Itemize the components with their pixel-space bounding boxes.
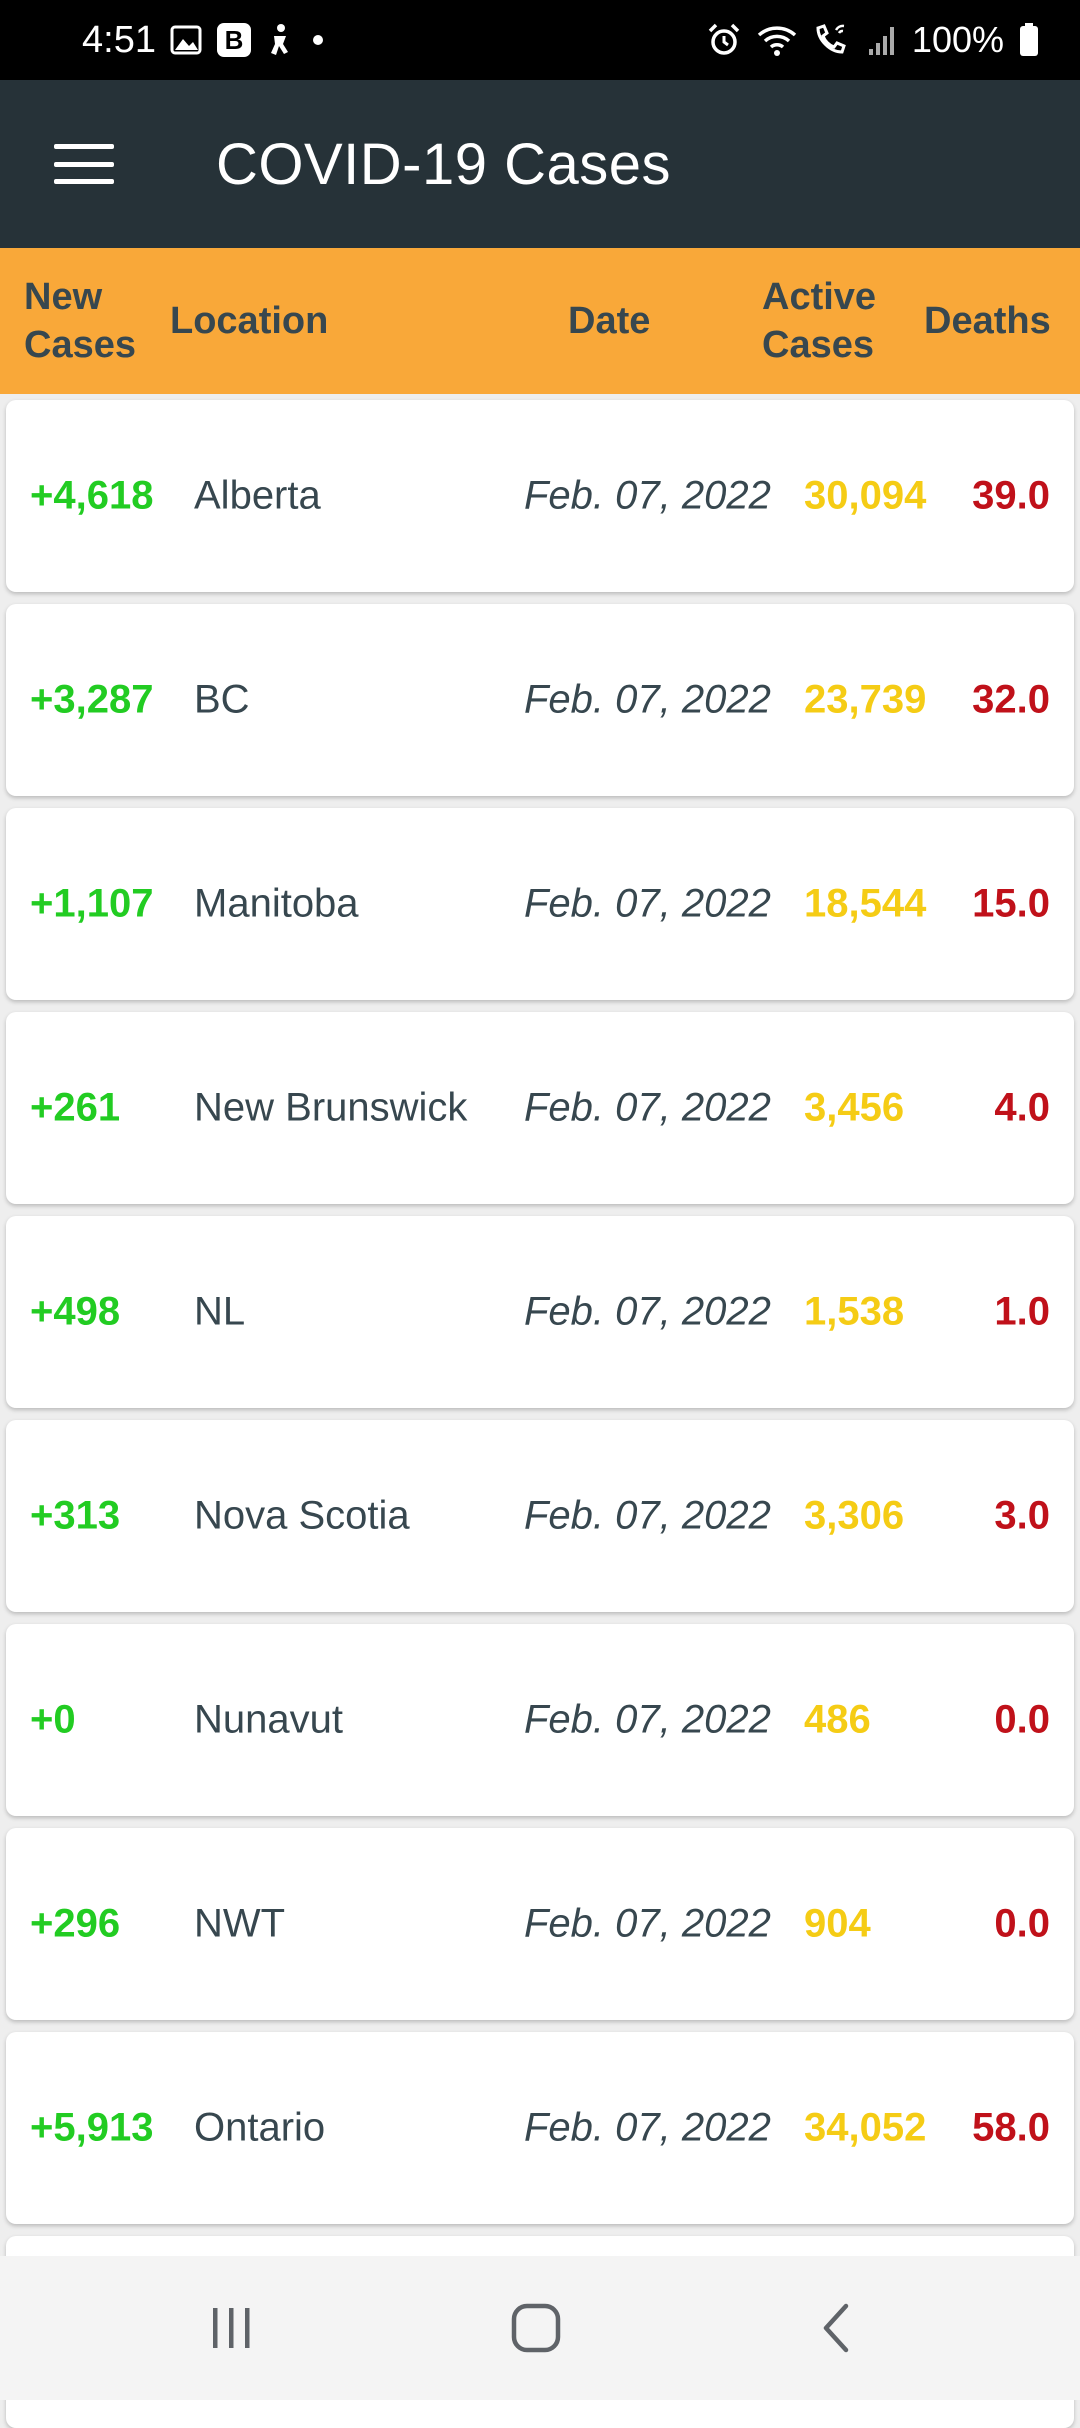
location-value: NL: [194, 1289, 246, 1334]
status-right: 100%: [706, 19, 1040, 61]
battery-icon: [1018, 22, 1040, 58]
new-cases-value: +1,107: [30, 881, 154, 926]
deaths-value: 32.0: [972, 677, 1050, 722]
new-cases-value: +498: [30, 1289, 121, 1334]
alarm-icon: [706, 22, 742, 58]
table-row[interactable]: +261 New Brunswick Feb. 07, 2022 3,456 4…: [6, 1012, 1074, 1204]
back-icon[interactable]: [756, 2256, 916, 2400]
date-value: Feb. 07, 2022: [524, 1289, 771, 1334]
table-row[interactable]: +296 NWT Feb. 07, 2022 904 0.0: [6, 1828, 1074, 2020]
deaths-value: 39.0: [972, 473, 1050, 518]
location-value: Alberta: [194, 473, 321, 518]
active-cases-value: 18,544: [804, 881, 927, 926]
new-cases-value: +261: [30, 1085, 121, 1130]
table-header: New Cases Location Date Active Cases Dea…: [0, 248, 1080, 394]
active-cases-value: 23,739: [804, 677, 927, 722]
active-cases-value: 30,094: [804, 473, 927, 518]
location-value: BC: [194, 677, 250, 722]
app-bar: COVID-19 Cases: [0, 80, 1080, 248]
header-date[interactable]: Date: [568, 297, 650, 345]
status-left: 4:51 B: [82, 19, 328, 62]
table-row[interactable]: +1,107 Manitoba Feb. 07, 2022 18,544 15.…: [6, 808, 1074, 1000]
date-value: Feb. 07, 2022: [524, 2105, 771, 2150]
header-location[interactable]: Location: [170, 297, 328, 345]
active-cases-value: 3,456: [804, 1085, 905, 1130]
deaths-value: 15.0: [972, 881, 1050, 926]
date-value: Feb. 07, 2022: [524, 881, 771, 926]
date-value: Feb. 07, 2022: [524, 677, 771, 722]
new-cases-value: +3,287: [30, 677, 154, 722]
home-icon[interactable]: [456, 2256, 616, 2400]
new-cases-value: +0: [30, 1697, 76, 1742]
battery-percent: 100%: [911, 19, 1004, 60]
accessibility-icon: [266, 22, 294, 58]
table-row[interactable]: +4,618 Alberta Feb. 07, 2022 30,094 39.0: [6, 400, 1074, 592]
signal-icon: [868, 23, 898, 57]
hamburger-menu-icon[interactable]: [54, 144, 114, 184]
header-active-cases-line1: Active: [762, 276, 877, 318]
b-app-icon: B: [216, 22, 252, 58]
deaths-value: 58.0: [972, 2105, 1050, 2150]
header-active-cases-line2: Cases: [762, 324, 874, 366]
recent-apps-icon[interactable]: [152, 2256, 312, 2400]
deaths-value: 0.0: [994, 1901, 1050, 1946]
new-cases-value: +4,618: [30, 473, 154, 518]
wifi-call-icon: [812, 22, 854, 58]
menu-bar-line: [54, 144, 114, 149]
svg-text:B: B: [225, 25, 244, 55]
gallery-icon: [170, 25, 202, 55]
header-active-cases[interactable]: Active Cases: [762, 273, 876, 369]
active-cases-value: 486: [804, 1697, 871, 1742]
status-bar: 4:51 B 100%: [0, 0, 1080, 80]
header-new-cases-line1: New: [24, 276, 103, 318]
location-value: Manitoba: [194, 881, 359, 926]
new-cases-value: +296: [30, 1901, 121, 1946]
active-cases-value: 3,306: [804, 1493, 905, 1538]
date-value: Feb. 07, 2022: [524, 473, 771, 518]
table-row[interactable]: +3,287 BC Feb. 07, 2022 23,739 32.0: [6, 604, 1074, 796]
location-value: Ontario: [194, 2105, 326, 2150]
menu-bar-line: [54, 161, 114, 167]
table-row[interactable]: +498 NL Feb. 07, 2022 1,538 1.0: [6, 1216, 1074, 1408]
location-value: Nunavut: [194, 1697, 343, 1742]
deaths-value: 4.0: [994, 1085, 1050, 1130]
header-new-cases-line2: Cases: [24, 324, 136, 366]
location-value: New Brunswick: [194, 1085, 468, 1130]
header-deaths[interactable]: Deaths: [924, 297, 1051, 345]
header-new-cases[interactable]: New Cases: [24, 273, 136, 369]
location-value: NWT: [194, 1901, 286, 1946]
new-cases-value: +313: [30, 1493, 121, 1538]
deaths-value: 3.0: [994, 1493, 1050, 1538]
date-value: Feb. 07, 2022: [524, 1085, 771, 1130]
dot-icon: [308, 30, 328, 50]
status-time: 4:51: [82, 18, 156, 61]
deaths-value: 1.0: [994, 1289, 1050, 1334]
table-row[interactable]: +313 Nova Scotia Feb. 07, 2022 3,306 3.0: [6, 1420, 1074, 1612]
active-cases-value: 1,538: [804, 1289, 905, 1334]
table-row[interactable]: +5,913 Ontario Feb. 07, 2022 34,052 58.0: [6, 2032, 1074, 2224]
page-title: COVID-19 Cases: [216, 131, 672, 197]
location-value: Nova Scotia: [194, 1493, 410, 1538]
active-cases-value: 34,052: [804, 2105, 927, 2150]
new-cases-value: +5,913: [30, 2105, 154, 2150]
table-row[interactable]: +0 Nunavut Feb. 07, 2022 486 0.0: [6, 1624, 1074, 1816]
menu-bar-line: [54, 179, 114, 184]
date-value: Feb. 07, 2022: [524, 1493, 771, 1538]
deaths-value: 0.0: [994, 1697, 1050, 1742]
active-cases-value: 904: [804, 1901, 871, 1946]
wifi-icon: [756, 22, 798, 58]
system-nav-bar: [0, 2256, 1080, 2400]
date-value: Feb. 07, 2022: [524, 1901, 771, 1946]
date-value: Feb. 07, 2022: [524, 1697, 771, 1742]
